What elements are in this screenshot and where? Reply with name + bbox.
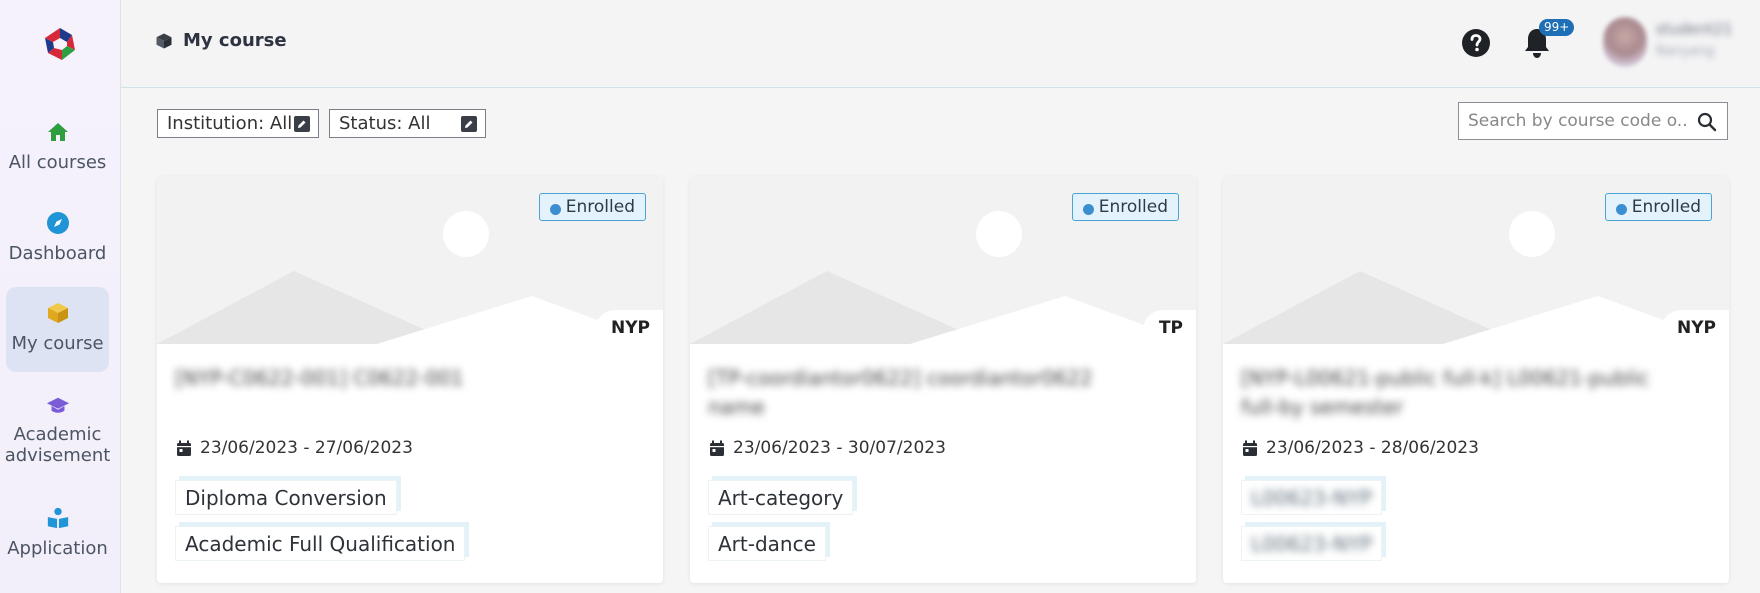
calendar-icon [177,440,191,456]
institution-tag: TP [1142,310,1196,344]
course-title[interactable]: [NYP-C0622-001] C0622-001 [175,364,615,393]
home-icon [46,120,70,144]
course-card[interactable]: Enrolled TP [TP-coordiantor0622] coordia… [690,176,1196,583]
course-card[interactable]: Enrolled NYP [NYP-C0622-001] C0622-001 2… [157,176,663,583]
category-tag: Diploma Conversion [175,480,397,515]
edit-icon [294,116,310,132]
sidebar-item-label: All courses [8,152,107,173]
course-date: 23/06/2023 - 27/06/2023 [176,438,413,458]
course-title[interactable]: [TP-coordiantor0622] coordiantor0622 nam… [708,364,1148,422]
category-tag: Academic Full Qualification [175,526,466,561]
cube-icon [156,33,172,48]
course-date: 23/06/2023 - 28/06/2023 [1242,438,1479,458]
institution-tag: NYP [1661,310,1729,344]
logo[interactable] [0,0,120,88]
user-name[interactable]: student21 [1656,20,1732,38]
edit-icon [461,116,477,132]
page-title: My course [155,30,287,51]
course-date: 23/06/2023 - 30/07/2023 [709,438,946,458]
sidebar-item-label: My course [11,333,104,354]
course-date-text: 23/06/2023 - 28/06/2023 [1266,438,1479,458]
category-tag: L00623-NYP [1241,480,1383,515]
app-logo-icon [45,28,75,60]
graduation-cap-icon [46,396,70,416]
avatar[interactable] [1603,17,1647,67]
status-filter-label: Status: All [339,113,431,134]
sidebar-item-application[interactable]: Application [6,506,109,566]
status-text: Enrolled [1631,197,1701,217]
sidebar-item-my-course[interactable]: My course [6,287,109,372]
status-dot-icon [549,204,561,215]
book-reader-icon [46,506,70,530]
cube-icon [46,301,70,325]
status-dot-icon [1615,204,1627,215]
sidebar-item-label: Application [7,538,108,559]
sidebar-item-label: Academic advisement [4,424,111,466]
compass-icon [46,211,70,235]
status-filter[interactable]: Status: All [329,109,486,138]
sidebar-item-dashboard[interactable]: Dashboard [6,211,109,271]
course-date-text: 23/06/2023 - 30/07/2023 [733,438,946,458]
search-box [1458,102,1728,140]
institution-tag: NYP [595,310,663,344]
category-tag: Art-category [708,480,854,515]
course-date-text: 23/06/2023 - 27/06/2023 [200,438,413,458]
sidebar-item-academic-advisement[interactable]: Academic advisement [4,396,111,466]
sidebar: All courses Dashboard My course Academic… [0,0,121,593]
category-tag: Art-dance [708,526,826,561]
status-text: Enrolled [565,197,635,217]
status-dot-icon [1082,204,1094,215]
sidebar-item-label: Dashboard [8,243,107,264]
user-subtitle: Nanyang [1656,44,1715,59]
course-title[interactable]: [NYP-L00621-public full-k] L00621-public… [1241,364,1681,422]
calendar-icon [1243,440,1257,456]
enrolled-status-badge: Enrolled [538,193,646,221]
category-tag: L00623-NYP [1241,526,1383,561]
top-header: My course 99+ student21 Nanyang [121,0,1760,88]
help-icon[interactable] [1461,28,1491,58]
calendar-icon [710,440,724,456]
enrolled-status-badge: Enrolled [1071,193,1179,221]
institution-filter-label: Institution: All [167,113,293,134]
search-input[interactable] [1459,111,1689,131]
sidebar-item-all-courses[interactable]: All courses [6,120,109,180]
status-text: Enrolled [1098,197,1168,217]
search-icon[interactable] [1697,112,1717,132]
course-card[interactable]: Enrolled NYP [NYP-L00621-public full-k] … [1223,176,1729,583]
institution-filter[interactable]: Institution: All [157,109,319,138]
page-title-text: My course [183,30,287,51]
notification-count-badge: 99+ [1539,19,1575,36]
enrolled-status-badge: Enrolled [1604,193,1712,221]
